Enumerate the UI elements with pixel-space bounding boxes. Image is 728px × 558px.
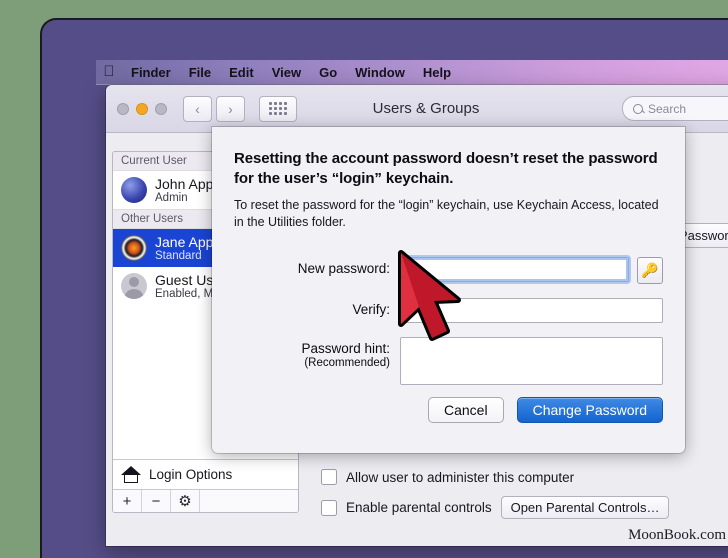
person-avatar-icon (121, 273, 147, 300)
target-avatar-icon (121, 235, 147, 262)
watermark: MoonBook.com (628, 527, 726, 543)
globe-avatar-icon (121, 177, 147, 204)
menu-item-edit[interactable]: Edit (220, 65, 263, 80)
password-hint-label-main: Password hint: (301, 340, 390, 356)
new-password-input[interactable] (400, 256, 629, 282)
search-placeholder: Search (648, 101, 687, 116)
cancel-button[interactable]: Cancel (428, 397, 504, 423)
sheet-actions: Cancel Change Password (428, 397, 663, 423)
password-hint-label: Password hint: (Recommended) (234, 337, 400, 371)
checkbox-parental-controls[interactable]: Enable parental controls Open Parental C… (321, 496, 670, 519)
login-options-label: Login Options (149, 467, 233, 482)
menu-item-finder[interactable]: Finder (122, 65, 180, 80)
sidebar-toolbar-filler (200, 490, 298, 512)
apple-logo-icon[interactable]:  (96, 64, 122, 81)
menu-item-help[interactable]: Help (414, 65, 460, 80)
password-form: New password: 🔑 Verify: Password hint: (… (234, 256, 663, 385)
menu-bar:  Finder File Edit View Go Window Help (96, 60, 728, 85)
form-row-new-password: New password: 🔑 (234, 256, 663, 284)
sheet-subtext: To reset the password for the “login” ke… (234, 198, 659, 229)
sidebar-toolbar: + − ⚙ (113, 489, 298, 512)
menu-item-view[interactable]: View (263, 65, 310, 80)
checkbox-box[interactable] (321, 469, 337, 485)
home-icon (121, 466, 141, 483)
new-password-label: New password: (297, 260, 390, 276)
sheet-heading: Resetting the account password doesn’t r… (234, 150, 658, 187)
password-hint-input[interactable] (400, 336, 663, 385)
menu-item-go[interactable]: Go (310, 65, 346, 80)
open-parental-controls-button[interactable]: Open Parental Controls… (500, 496, 670, 519)
key-icon[interactable]: 🔑 (637, 256, 663, 284)
change-password-button[interactable]: Change Password (516, 397, 663, 423)
search-icon (633, 103, 643, 114)
form-row-password-hint: Password hint: (Recommended) (234, 336, 663, 385)
menu-item-file[interactable]: File (180, 65, 220, 80)
verify-input[interactable] (400, 297, 663, 323)
remove-user-button[interactable]: − (142, 490, 171, 512)
checkbox-box[interactable] (321, 499, 337, 516)
menu-item-window[interactable]: Window (346, 65, 414, 80)
reset-password-sheet: Resetting the account password doesn’t r… (212, 127, 685, 453)
verify-label: Verify: (352, 301, 390, 317)
search-input[interactable]: Search (622, 96, 728, 121)
password-hint-label-sub: (Recommended) (304, 356, 390, 369)
checkbox-allow-admin[interactable]: Allow user to administer this computer (321, 469, 574, 485)
screen:  Finder File Edit View Go Window Help ‹… (0, 0, 728, 558)
add-user-button[interactable]: + (113, 490, 142, 512)
sidebar-item-login-options[interactable]: Login Options (113, 459, 298, 489)
checkbox-label: Enable parental controls (346, 500, 492, 515)
window-toolbar: ‹ › Users & Groups Search (106, 85, 728, 133)
settings-gear-icon[interactable]: ⚙ (171, 490, 200, 512)
form-row-verify: Verify: (234, 297, 663, 323)
checkbox-label: Allow user to administer this computer (346, 469, 575, 485)
